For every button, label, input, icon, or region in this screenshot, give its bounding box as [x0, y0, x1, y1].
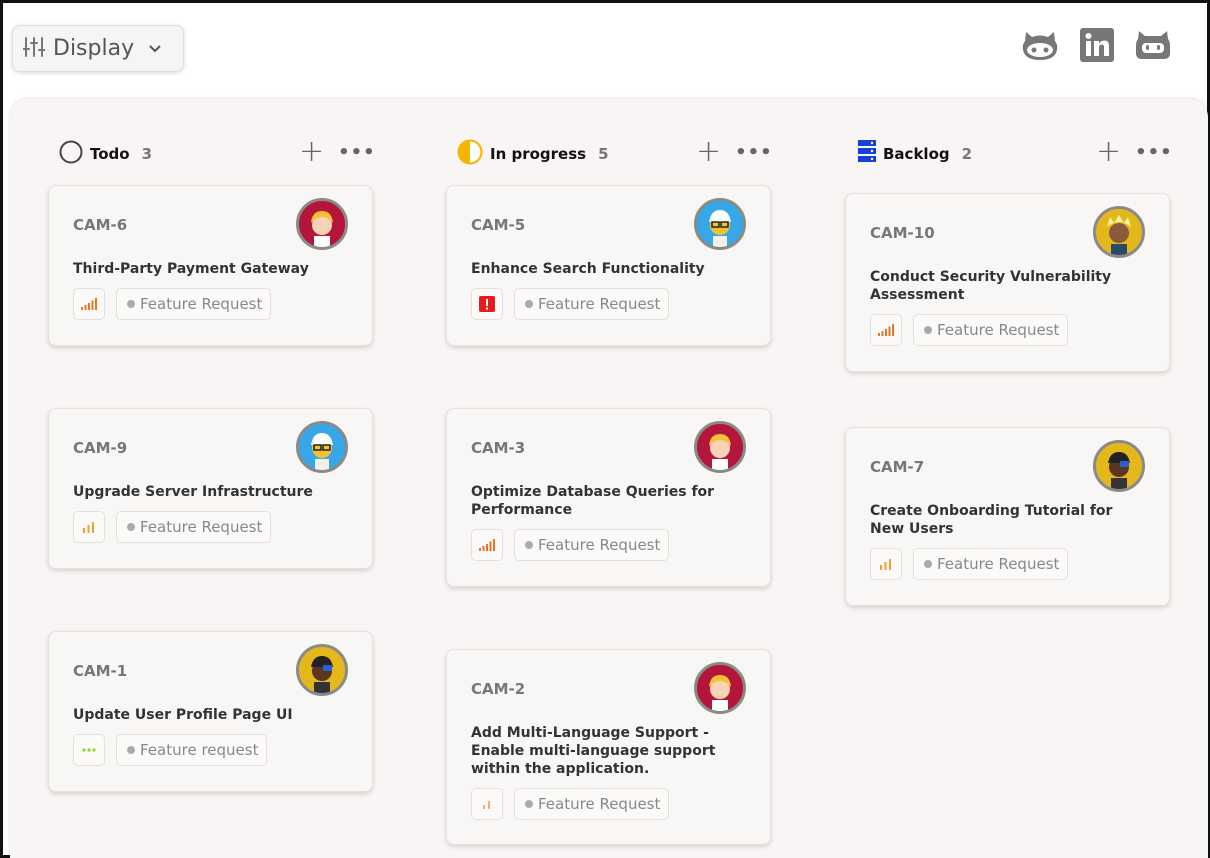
ticket-card[interactable]: CAM-9 Upgrade Server Infrastructure Feat…: [48, 408, 373, 569]
more-options-button[interactable]: •••: [1135, 142, 1173, 163]
robot-icon[interactable]: [1134, 27, 1172, 63]
column-title: Backlog: [883, 145, 950, 163]
avatar: [296, 198, 348, 250]
ticket-title: Conduct Security Vulnerability Assessmen…: [870, 269, 1112, 303]
ticket-card[interactable]: CAM-10 Conduct Security Vulnerability As…: [845, 193, 1170, 372]
github-icon[interactable]: [1021, 27, 1059, 63]
tag-dot-icon: [924, 326, 932, 334]
tag-dot-icon: [127, 300, 135, 308]
avatar: [296, 644, 348, 696]
priority-medium-icon[interactable]: [870, 548, 902, 580]
ticket-id: CAM-10: [870, 224, 935, 242]
chevron-down-icon: [148, 39, 162, 58]
ticket-title: Third-Party Payment Gateway: [73, 261, 309, 277]
column-title: Todo: [90, 145, 130, 163]
add-card-button[interactable]: +: [1096, 137, 1121, 167]
priority-high-icon[interactable]: [73, 288, 105, 320]
feature-tag[interactable]: Feature Request: [913, 314, 1069, 346]
ticket-title: Update User Profile Page UI: [73, 707, 293, 723]
ticket-card[interactable]: CAM-5 Enhance Search Functionality Featu…: [446, 185, 771, 346]
tag-label: Feature Request: [538, 536, 661, 554]
ticket-id: CAM-6: [73, 216, 128, 234]
ticket-id: CAM-1: [73, 662, 128, 680]
avatar: [694, 421, 746, 473]
feature-tag[interactable]: Feature Request: [514, 788, 670, 820]
half-circle-icon: [457, 139, 483, 169]
column-actions: + •••: [299, 137, 376, 167]
column-header-in-progress: In progress 5: [457, 139, 609, 169]
ticket-id: CAM-2: [471, 680, 526, 698]
ticket-card[interactable]: CAM-2 Add Multi-Language Support - Enabl…: [446, 649, 771, 845]
column-actions: + •••: [1096, 137, 1173, 167]
ticket-id: CAM-3: [471, 439, 526, 457]
priority-low-icon[interactable]: [471, 788, 503, 820]
tag-label: Feature Request: [538, 795, 661, 813]
ticket-card[interactable]: CAM-6 Third-Party Payment Gateway Featur…: [48, 185, 373, 346]
tag-dot-icon: [525, 800, 533, 808]
priority-medium-icon[interactable]: [73, 511, 105, 543]
feature-tag[interactable]: Feature request: [116, 734, 268, 766]
ticket-card[interactable]: CAM-7 Create Onboarding Tutorial for New…: [845, 427, 1170, 606]
feature-tag[interactable]: Feature Request: [116, 511, 272, 543]
column-count: 5: [598, 145, 609, 163]
ticket-title: Optimize Database Queries for Performanc…: [471, 484, 715, 518]
column-header-backlog: Backlog 2: [858, 139, 972, 169]
tag-dot-icon: [525, 300, 533, 308]
more-options-button[interactable]: •••: [735, 142, 773, 163]
column-actions: + •••: [696, 137, 773, 167]
column-header-todo: Todo 3: [59, 139, 152, 169]
tag-dot-icon: [525, 541, 533, 549]
circle-outline-icon: [59, 140, 83, 168]
priority-high-icon[interactable]: [870, 314, 902, 346]
feature-tag[interactable]: Feature Request: [116, 288, 272, 320]
avatar: [296, 421, 348, 473]
tag-label: Feature request: [140, 741, 259, 759]
display-label: Display: [53, 36, 135, 61]
feature-tag[interactable]: Feature Request: [514, 529, 670, 561]
tag-label: Feature Request: [538, 295, 661, 313]
urgent-icon[interactable]: [471, 288, 503, 320]
avatar: [1093, 206, 1145, 258]
tag-label: Feature Request: [140, 518, 263, 536]
feature-tag[interactable]: Feature Request: [514, 288, 670, 320]
ticket-id: CAM-7: [870, 458, 925, 476]
ticket-card[interactable]: CAM-1 Update User Profile Page UI Featur…: [48, 631, 373, 792]
ticket-id: CAM-5: [471, 216, 526, 234]
ticket-title: Create Onboarding Tutorial for New Users: [870, 503, 1113, 537]
ticket-title: Upgrade Server Infrastructure: [73, 484, 313, 500]
sliders-icon: [22, 36, 46, 61]
no-priority-icon[interactable]: [73, 734, 105, 766]
display-button[interactable]: Display: [12, 25, 184, 72]
tag-label: Feature Request: [140, 295, 263, 313]
tag-dot-icon: [127, 523, 135, 531]
feature-tag[interactable]: Feature Request: [913, 548, 1069, 580]
linkedin-icon[interactable]: [1078, 27, 1116, 63]
column-title: In progress: [490, 145, 587, 163]
priority-high-icon[interactable]: [471, 529, 503, 561]
column-count: 3: [141, 145, 153, 163]
ticket-title: Enhance Search Functionality: [471, 261, 705, 277]
avatar: [694, 198, 746, 250]
avatar: [694, 662, 746, 714]
ticket-title: Add Multi-Language Support - Enable mult…: [471, 725, 716, 777]
tag-label: Feature Request: [937, 321, 1060, 339]
tag-dot-icon: [127, 746, 135, 754]
server-stack-icon: [858, 140, 876, 168]
more-options-button[interactable]: •••: [338, 142, 376, 163]
ticket-id: CAM-9: [73, 439, 128, 457]
tag-dot-icon: [924, 560, 932, 568]
ticket-card[interactable]: CAM-3 Optimize Database Queries for Perf…: [446, 408, 771, 587]
add-card-button[interactable]: +: [696, 137, 721, 167]
add-card-button[interactable]: +: [299, 137, 324, 167]
avatar: [1093, 440, 1145, 492]
column-count: 2: [961, 145, 973, 163]
tag-label: Feature Request: [937, 555, 1060, 573]
